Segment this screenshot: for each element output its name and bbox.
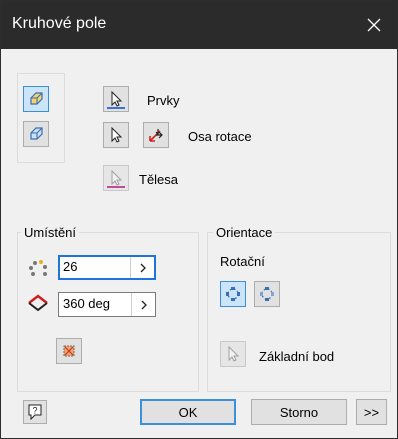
title-bar[interactable]: Kruhové pole (1, 1, 397, 49)
angle-arrow-button[interactable] (131, 293, 155, 316)
cursor-arrow-icon (228, 345, 240, 362)
chevron-right-icon (140, 263, 146, 272)
flip-direction-icon (149, 129, 163, 142)
base-point-label: Základní bod (259, 349, 335, 364)
pattern-count-icon (27, 258, 49, 280)
count-arrow-button[interactable] (130, 257, 154, 278)
svg-text:?: ? (32, 406, 37, 416)
chevron-right-icon (141, 300, 147, 309)
count-input[interactable]: 26 (58, 255, 156, 280)
help-button[interactable]: ? (23, 400, 47, 424)
solid-feature-icon (30, 92, 43, 105)
count-value: 26 (63, 259, 78, 274)
cursor-arrow-icon (111, 90, 123, 107)
bodies-select-button[interactable] (103, 165, 129, 191)
bodies-underline (107, 186, 125, 188)
cancel-button[interactable]: Storno (251, 399, 347, 425)
help-icon: ? (28, 404, 42, 421)
close-icon (367, 18, 381, 32)
fixed-orientation-icon (260, 287, 274, 301)
more-button[interactable]: >> (356, 399, 387, 425)
axis-select-button[interactable] (103, 122, 129, 148)
angle-icon (27, 292, 49, 314)
angle-input[interactable]: 360 deg (58, 292, 156, 317)
features-underline (107, 107, 125, 109)
orientation-title: Orientace (213, 225, 276, 240)
base-point-button[interactable] (220, 341, 246, 367)
cursor-arrow-icon (111, 126, 123, 143)
surface-feature-icon (30, 127, 43, 140)
circular-pattern-dialog: Kruhové pole Prvky Osa rotace Tělesa Umí… (0, 0, 398, 439)
close-button[interactable] (351, 1, 397, 49)
features-label: Prvky (147, 93, 180, 108)
ok-button[interactable]: OK (140, 399, 236, 425)
cursor-arrow-icon (111, 169, 123, 186)
placement-title: Umístění (21, 225, 80, 240)
midplane-icon (63, 345, 75, 357)
fixed-orientation-button[interactable] (254, 281, 280, 307)
rotational-label: Rotační (220, 254, 265, 269)
angle-value: 360 deg (63, 296, 110, 311)
bodies-label: Tělesa (139, 172, 179, 187)
rotational-orientation-button[interactable] (220, 281, 246, 307)
dialog-title: Kruhové pole (12, 15, 107, 32)
rotational-orientation-icon (226, 287, 240, 301)
axis-label: Osa rotace (188, 129, 252, 144)
surface-mode-button[interactable] (23, 121, 49, 147)
flip-axis-button[interactable] (143, 122, 169, 148)
solid-mode-button[interactable] (23, 86, 49, 112)
features-select-button[interactable] (103, 86, 129, 112)
midplane-button[interactable] (56, 338, 82, 364)
